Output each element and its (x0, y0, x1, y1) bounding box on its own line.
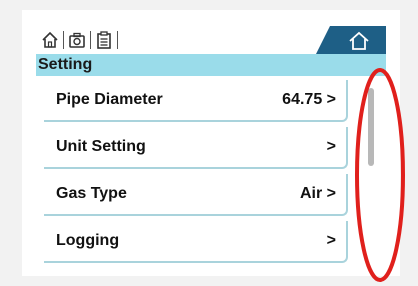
home-icon[interactable] (40, 30, 60, 50)
menu-item-pipe-diameter[interactable]: Pipe Diameter 64.75 > (44, 80, 348, 122)
menu-item-value: 64.75 > (282, 91, 336, 108)
title-bar: Setting (36, 54, 386, 76)
top-icon-group (40, 30, 121, 50)
page-title: Setting (38, 56, 93, 73)
menu-item-unit-setting[interactable]: Unit Setting > (44, 127, 348, 169)
menu-item-label: Pipe Diameter (56, 91, 163, 108)
home-tab-button[interactable] (316, 26, 386, 54)
menu-item-gas-type[interactable]: Gas Type Air > (44, 174, 348, 216)
menu-item-value: > (326, 138, 336, 155)
menu-item-value: Air > (299, 185, 336, 202)
top-bar (36, 24, 386, 54)
scrollbar-thumb[interactable] (368, 88, 374, 166)
menu-item-label: Gas Type (56, 185, 127, 202)
settings-menu: Pipe Diameter 64.75 > Unit Setting > Gas… (44, 80, 348, 268)
divider (63, 31, 64, 49)
device-frame: Setting Pipe Diameter 64.75 > Unit Setti… (22, 10, 400, 276)
menu-item-logging[interactable]: Logging > (44, 221, 348, 263)
menu-item-label: Unit Setting (56, 138, 146, 155)
camera-icon[interactable] (67, 30, 87, 50)
clipboard-icon[interactable] (94, 30, 114, 50)
divider (90, 31, 91, 49)
divider (117, 31, 118, 49)
menu-item-value: > (326, 232, 336, 249)
scrollbar[interactable] (366, 82, 376, 272)
device-screen: Setting Pipe Diameter 64.75 > Unit Setti… (36, 24, 386, 276)
menu-item-label: Logging (56, 232, 120, 249)
